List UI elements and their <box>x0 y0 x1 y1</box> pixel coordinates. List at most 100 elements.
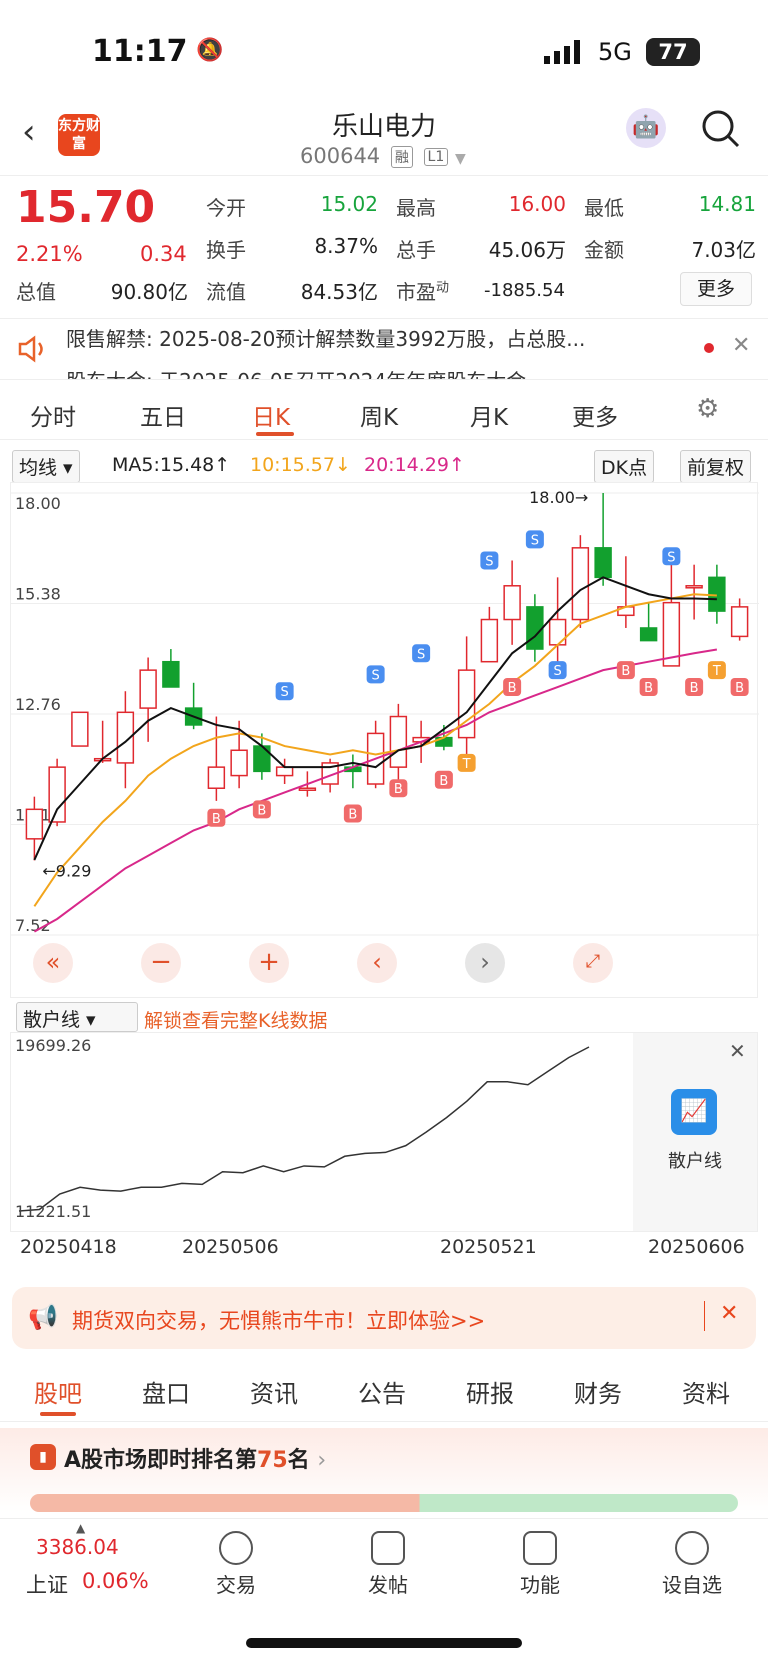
home-indicator <box>246 1638 522 1648</box>
notice-bar[interactable]: 限售解禁: 2025-08-20预计解禁数量3992万股，占总股... 股东大会… <box>0 318 768 380</box>
rank-icon: ▮ <box>30 1444 56 1470</box>
last-price: 15.70 <box>16 182 156 233</box>
tab-monthly-k[interactable]: 月K <box>470 398 508 432</box>
promo-banner[interactable]: 📢 期货双向交易，无惧熊市牛市！立即体验>> ✕ <box>12 1287 756 1349</box>
ma20-line <box>33 648 718 933</box>
candle-body <box>162 660 180 688</box>
candle-body <box>526 606 544 650</box>
signal-marker-t: T <box>457 753 476 772</box>
more-button[interactable]: 更多 <box>680 272 752 306</box>
tab-profile[interactable]: 资料 <box>682 1374 730 1409</box>
tab-financials[interactable]: 财务 <box>574 1374 622 1409</box>
tab-orderbook[interactable]: 盘口 <box>142 1374 190 1409</box>
svg-text:B: B <box>644 681 653 696</box>
candle-body <box>571 547 590 621</box>
robot-assistant-icon[interactable]: 🤖 <box>626 108 666 148</box>
market-rank-card[interactable]: ▮ A股市场即时排名第75名 › <box>0 1428 768 1512</box>
chevron-down-icon[interactable]: ▼ <box>455 151 466 167</box>
signal-marker-b: B <box>389 779 408 798</box>
tab-research[interactable]: 研报 <box>466 1374 514 1409</box>
date-label-3: 20250521 <box>440 1236 537 1258</box>
step-right-icon[interactable]: › <box>465 943 505 983</box>
svg-text:S: S <box>371 668 379 683</box>
divider <box>704 1301 705 1331</box>
step-left-icon[interactable]: ‹ <box>357 943 397 983</box>
indicator-select[interactable]: 均线 ▾ <box>12 450 80 483</box>
gear-icon[interactable]: ⚙ <box>696 394 719 424</box>
tab-five-day[interactable]: 五日 <box>140 398 186 432</box>
candle-body <box>298 787 317 791</box>
svg-text:B: B <box>508 681 517 696</box>
candle-body <box>253 745 271 773</box>
max-price-label: 18.00→ <box>529 488 588 507</box>
zoom-in-icon[interactable]: + <box>249 943 289 983</box>
retail-line-panel[interactable]: 📈 散户线 ✕ <box>633 1033 757 1231</box>
close-icon[interactable]: ✕ <box>729 1039 746 1063</box>
retail-line-label: 散户线 <box>668 1151 722 1172</box>
ma10-value: 10:15.57↓ <box>250 454 351 476</box>
svg-text:B: B <box>439 774 448 789</box>
signal-marker-b: B <box>616 661 635 680</box>
signal-marker-b: B <box>252 800 271 819</box>
float-cap-value: 84.53亿 <box>300 280 378 304</box>
candle-body <box>685 585 703 589</box>
tab-weekly-k[interactable]: 周K <box>360 398 398 432</box>
tab-news[interactable]: 资讯 <box>250 1374 298 1409</box>
trade-button[interactable]: 交易 <box>186 1531 286 1598</box>
change-percent: 2.21% <box>16 242 83 266</box>
post-button[interactable]: 发帖 <box>338 1531 438 1598</box>
sub-indicator-select[interactable]: 散户线 ▾ <box>16 1002 138 1032</box>
zoom-out-icon[interactable]: − <box>141 943 181 983</box>
level-tag: L1 <box>423 148 449 166</box>
signal-marker-b: B <box>503 678 522 697</box>
date-label-4: 20250606 <box>648 1236 745 1258</box>
svg-text:T: T <box>712 664 721 679</box>
float-cap-label: 流值 <box>206 280 246 304</box>
tab-daily-k[interactable]: 日K <box>252 398 290 432</box>
unlock-link[interactable]: 解锁查看完整K线数据 <box>144 1006 327 1033</box>
candle-body <box>389 715 408 768</box>
margin-tag: 融 <box>390 146 413 168</box>
pe-value: -1885.54 <box>484 280 565 301</box>
functions-button[interactable]: 功能 <box>490 1531 590 1598</box>
search-icon[interactable] <box>700 108 742 154</box>
high-value: 16.00 <box>508 192 566 216</box>
tab-intraday[interactable]: 分时 <box>30 398 76 432</box>
y-axis-label: 18.00 <box>15 494 61 513</box>
close-icon[interactable]: ✕ <box>720 1301 738 1326</box>
candle-body <box>25 808 44 840</box>
more-dots-icon <box>675 1531 709 1565</box>
svg-text:S: S <box>417 647 425 662</box>
close-icon[interactable]: ✕ <box>732 333 750 358</box>
grid-icon <box>523 1531 557 1565</box>
index-change[interactable]: 0.06% <box>82 1569 149 1593</box>
candle-body <box>230 749 248 777</box>
signal-marker-s: S <box>412 644 431 663</box>
battery-indicator: 77 <box>646 38 700 66</box>
signal-marker-s: S <box>275 682 294 701</box>
signal-marker-b: B <box>207 808 226 827</box>
svg-text:T: T <box>462 757 471 772</box>
turnover-value: 8.37% <box>314 234 378 258</box>
active-tab-indicator <box>40 1412 76 1416</box>
add-watchlist-button[interactable]: 设自选 <box>642 1531 742 1598</box>
candle-body <box>207 766 226 789</box>
signal-marker-b: B <box>730 678 749 697</box>
dk-select[interactable]: DK点 <box>594 450 655 483</box>
fullscreen-icon[interactable]: ⤢ <box>573 943 613 983</box>
index-value[interactable]: 3386.04 <box>36 1535 119 1559</box>
svg-text:B: B <box>348 808 357 823</box>
svg-text:B: B <box>394 782 403 797</box>
notice-line-1: 限售解禁: 2025-08-20预计解禁数量3992万股，占总股... <box>66 327 586 351</box>
tab-forum[interactable]: 股吧 <box>34 1374 82 1409</box>
kline-chart[interactable]: 18.0015.3812.7610.147.5218.00→←9.29BBBBB… <box>10 482 759 998</box>
signal-marker-s: S <box>662 547 681 566</box>
scroll-left-fast-icon[interactable]: « <box>33 943 73 983</box>
y-axis-label: 12.76 <box>15 695 61 714</box>
tab-more[interactable]: 更多 <box>572 398 618 432</box>
chart-tabs: 分时 五日 日K 周K 月K 更多 ⚙ <box>0 386 768 440</box>
index-name[interactable]: 上证 <box>26 1569 68 1599</box>
tab-announcements[interactable]: 公告 <box>358 1374 406 1409</box>
adjust-select[interactable]: 前复权 <box>680 450 752 483</box>
svg-text:S: S <box>553 664 561 679</box>
